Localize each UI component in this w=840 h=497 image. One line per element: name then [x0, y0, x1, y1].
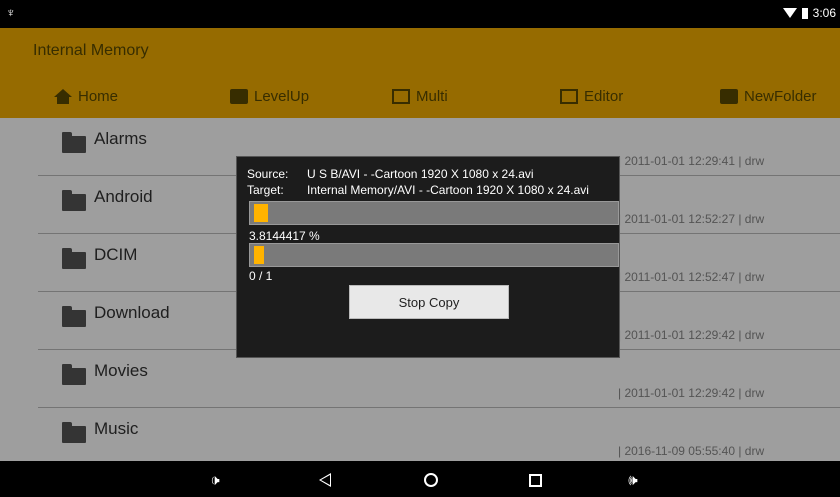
recents-icon[interactable] — [524, 469, 546, 491]
file-progress-text: 3.8144417 % — [249, 229, 320, 243]
target-line: Target: Internal Memory/AVI - -Cartoon 19… — [247, 183, 589, 197]
status-right: 3:06 — [782, 6, 836, 20]
source-value: U S B/AVI - -Cartoon 1920 X 1080 x 24.av… — [307, 167, 534, 181]
copy-progress-dialog: Source: U S B/AVI - -Cartoon 1920 X 1080 … — [236, 156, 620, 358]
status-bar: ♆ 3:06 — [0, 0, 840, 28]
file-progress-fill — [254, 204, 268, 222]
volume-down-icon[interactable]: 🕩 — [204, 469, 226, 491]
usb-icon: ♆ — [6, 5, 16, 20]
count-progress-fill — [254, 246, 264, 264]
navigation-bar: 🕩 🕪 — [0, 461, 840, 497]
wifi-icon — [782, 8, 797, 18]
battery-icon — [801, 7, 808, 19]
file-manager-app: Internal Memory Home LevelUp Multi Edito… — [0, 28, 840, 461]
back-icon[interactable] — [314, 469, 336, 491]
volume-up-icon[interactable]: 🕪 — [622, 469, 644, 491]
stop-copy-button[interactable]: Stop Copy — [349, 285, 509, 319]
source-label: Source: — [247, 167, 289, 181]
target-label: Target: — [247, 183, 284, 197]
home-nav-icon[interactable] — [420, 469, 442, 491]
clock: 3:06 — [812, 6, 836, 20]
count-progress-bar — [249, 243, 619, 267]
count-progress-text: 0 / 1 — [249, 269, 273, 283]
target-value: Internal Memory/AVI - -Cartoon 1920 X 10… — [307, 183, 589, 197]
source-line: Source: U S B/AVI - -Cartoon 1920 X 1080 … — [247, 167, 534, 181]
file-progress-bar — [249, 201, 619, 225]
